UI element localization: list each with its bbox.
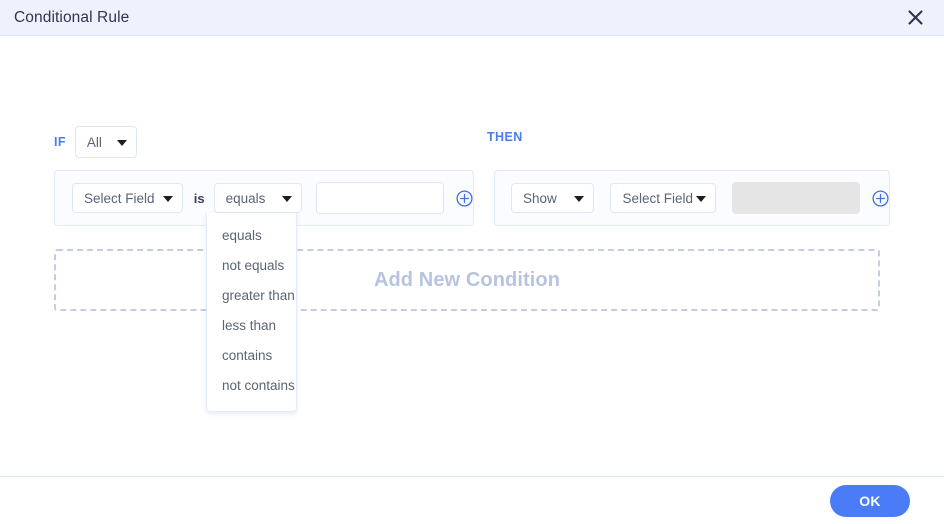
is-label: is <box>193 190 205 206</box>
dialog-footer: OK <box>0 476 944 524</box>
conditional-rule-dialog: Conditional Rule IF All THEN Select Fiel… <box>0 0 944 524</box>
then-value-input <box>732 182 860 214</box>
close-icon <box>907 9 924 26</box>
match-type-select[interactable]: All <box>74 126 137 158</box>
chevron-down-icon <box>574 196 585 202</box>
operator-option-contains[interactable]: contains <box>207 341 296 371</box>
chevron-down-icon <box>282 196 292 202</box>
dialog-body: IF All THEN Select Field is equals Show … <box>0 36 944 476</box>
operator-option-equals[interactable]: equals <box>207 221 296 251</box>
chevron-down-icon <box>116 140 127 146</box>
column-labels: IF All THEN <box>0 126 944 158</box>
match-type-value: All <box>86 134 102 150</box>
then-action-select[interactable]: Show <box>511 183 595 213</box>
if-group: IF All <box>54 126 137 158</box>
if-field-select[interactable]: Select Field <box>72 183 183 213</box>
add-new-condition-label: Add New Condition <box>373 268 561 291</box>
if-field-value: Select Field <box>84 190 155 206</box>
page-title: Conditional Rule <box>14 8 130 26</box>
dialog-header: Conditional Rule <box>0 0 944 36</box>
operator-option-not-equals[interactable]: not equals <box>207 251 296 281</box>
then-label: THEN <box>487 130 523 144</box>
add-if-condition-button[interactable] <box>456 189 473 207</box>
if-operator-select[interactable]: equals <box>213 183 302 213</box>
then-action-row: Show Select Field <box>494 170 890 226</box>
close-button[interactable] <box>902 5 928 31</box>
add-new-condition-button[interactable]: Add New Condition <box>54 249 880 311</box>
then-action-value: Show <box>523 190 557 206</box>
add-then-action-button[interactable] <box>872 189 889 207</box>
if-label: IF <box>54 135 66 149</box>
then-field-select[interactable]: Select Field <box>610 183 716 213</box>
if-operator-value: equals <box>225 190 266 206</box>
then-field-value: Select Field <box>622 190 693 206</box>
operator-option-greater-than[interactable]: greater than <box>207 281 296 311</box>
operator-option-less-than[interactable]: less than <box>207 311 296 341</box>
if-value-input[interactable] <box>316 182 444 214</box>
chevron-down-icon <box>162 196 173 202</box>
ok-button[interactable]: OK <box>830 484 910 517</box>
chevron-down-icon <box>696 196 706 202</box>
operator-option-not-contains[interactable]: not contains <box>207 371 296 401</box>
operator-dropdown-menu: equals not equals greater than less than… <box>206 213 297 412</box>
